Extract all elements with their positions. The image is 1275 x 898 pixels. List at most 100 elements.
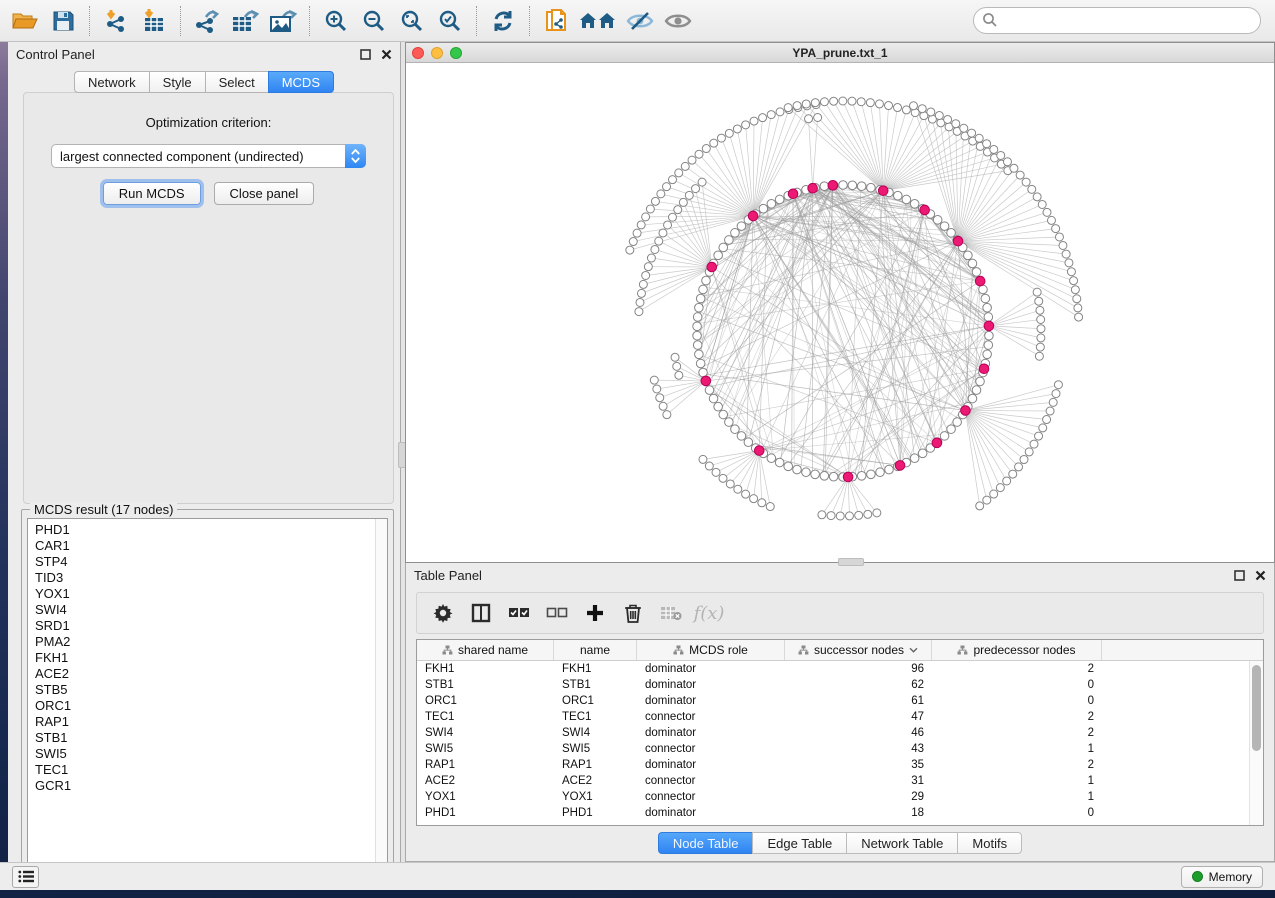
graph-node[interactable] [651,245,659,253]
close-panel-icon[interactable] [380,49,392,61]
graph-node[interactable] [820,98,828,106]
graph-node[interactable] [655,237,663,245]
column-header-predecessor-nodes[interactable]: predecessor nodes [932,640,1102,660]
graph-node[interactable] [990,490,998,498]
graph-node[interactable] [1047,216,1055,224]
graph-node[interactable] [940,432,949,441]
graph-node[interactable] [664,221,672,229]
table-row[interactable]: SWI4SWI4dominator462 [417,725,1249,741]
mcds-result-item[interactable]: ORC1 [35,698,375,714]
cell-name[interactable]: SWI5 [554,743,637,755]
table-row[interactable]: STB1STB1dominator620 [417,677,1249,693]
graph-node[interactable] [767,199,776,208]
graph-node[interactable] [644,263,652,271]
mcds-node[interactable] [788,189,798,199]
graph-node[interactable] [685,191,693,199]
graph-node[interactable] [867,183,876,192]
cell-predecessor-nodes[interactable]: 0 [932,695,1102,707]
graph-node[interactable] [629,238,637,246]
cell-shared-name[interactable]: FKH1 [417,663,554,675]
tab-network-table[interactable]: Network Table [846,832,957,854]
graph-node[interactable] [702,145,710,153]
mcds-result-item[interactable]: STB1 [35,730,375,746]
cell-shared-name[interactable]: ACE2 [417,775,554,787]
cell-shared-name[interactable]: SWI5 [417,743,554,755]
houses-button[interactable] [575,4,621,38]
cell-shared-name[interactable]: PHD1 [417,807,554,819]
mcds-node[interactable] [920,205,930,215]
graph-node[interactable] [811,470,820,479]
graph-node[interactable] [875,100,883,108]
graph-node[interactable] [742,121,750,129]
graph-node[interactable] [1035,297,1043,305]
graph-node[interactable] [693,331,702,340]
graph-node[interactable] [960,124,968,132]
graph-node[interactable] [626,246,634,254]
graph-node[interactable] [733,125,741,133]
memory-button[interactable]: Memory [1181,866,1263,888]
graph-node[interactable] [952,120,960,128]
graph-node[interactable] [642,213,650,221]
mcds-result-item[interactable]: STB5 [35,682,375,698]
graph-node[interactable] [1049,398,1057,406]
graph-node[interactable] [894,104,902,112]
graph-node[interactable] [671,353,679,361]
graph-node[interactable] [983,140,991,148]
graph-node[interactable] [767,454,776,463]
deselect-all-icon[interactable] [543,599,571,627]
graph-node[interactable] [710,139,718,147]
cell-predecessor-nodes[interactable]: 2 [932,711,1102,723]
tab-mcds[interactable]: MCDS [268,71,334,93]
cell-successor-nodes[interactable]: 35 [785,759,932,771]
graph-node[interactable] [637,289,645,297]
graph-node[interactable] [976,377,985,386]
graph-node[interactable] [802,468,811,477]
mcds-result-item[interactable]: CAR1 [35,538,375,554]
graph-node[interactable] [639,280,647,288]
graph-node[interactable] [983,303,992,312]
graph-node[interactable] [984,341,993,350]
graph-node[interactable] [653,385,661,393]
cell-shared-name[interactable]: RAP1 [417,759,554,771]
column-header-mcds-role[interactable]: MCDS role [637,640,785,660]
graph-node[interactable] [1022,178,1030,186]
graph-node[interactable] [1052,390,1060,398]
mcds-node[interactable] [828,181,838,191]
table-scrollbar-thumb[interactable] [1252,665,1261,751]
mcds-node[interactable] [932,438,942,448]
cell-predecessor-nodes[interactable]: 2 [932,759,1102,771]
cell-mcds-role[interactable]: dominator [637,727,785,739]
graph-node[interactable] [635,308,643,316]
graph-node[interactable] [636,298,644,306]
mcds-result-item[interactable]: RAP1 [35,714,375,730]
cell-predecessor-nodes[interactable]: 1 [932,743,1102,755]
graph-node[interactable] [918,449,927,458]
mcds-result-item[interactable]: SWI4 [35,602,375,618]
graph-node[interactable] [793,465,802,474]
mcds-result-item[interactable]: TID3 [35,570,375,586]
graph-node[interactable] [714,402,723,411]
tab-network[interactable]: Network [74,71,149,93]
graph-node[interactable] [979,285,988,294]
node-table[interactable]: shared namenameMCDS rolesuccessor nodesp… [416,639,1264,826]
graph-node[interactable] [857,98,865,106]
graph-node[interactable] [675,371,683,379]
graph-node[interactable] [1028,185,1036,193]
network-window-titlebar[interactable]: YPA_prune.txt_1 [406,43,1274,63]
cell-name[interactable]: ORC1 [554,695,637,707]
graph-node[interactable] [688,156,696,164]
graph-node[interactable] [725,236,734,245]
graph-node[interactable] [918,105,926,113]
graph-node[interactable] [1073,295,1081,303]
graph-node[interactable] [731,425,740,434]
mcds-node[interactable] [701,376,711,386]
cell-name[interactable]: STB1 [554,679,637,691]
graph-node[interactable] [981,294,990,303]
open-file-button[interactable] [6,4,44,38]
graph-node[interactable] [972,268,981,277]
graph-node[interactable] [1020,456,1028,464]
graph-node[interactable] [864,510,872,518]
graph-node[interactable] [1035,352,1043,360]
graph-node[interactable] [726,480,734,488]
graph-node[interactable] [968,259,977,268]
